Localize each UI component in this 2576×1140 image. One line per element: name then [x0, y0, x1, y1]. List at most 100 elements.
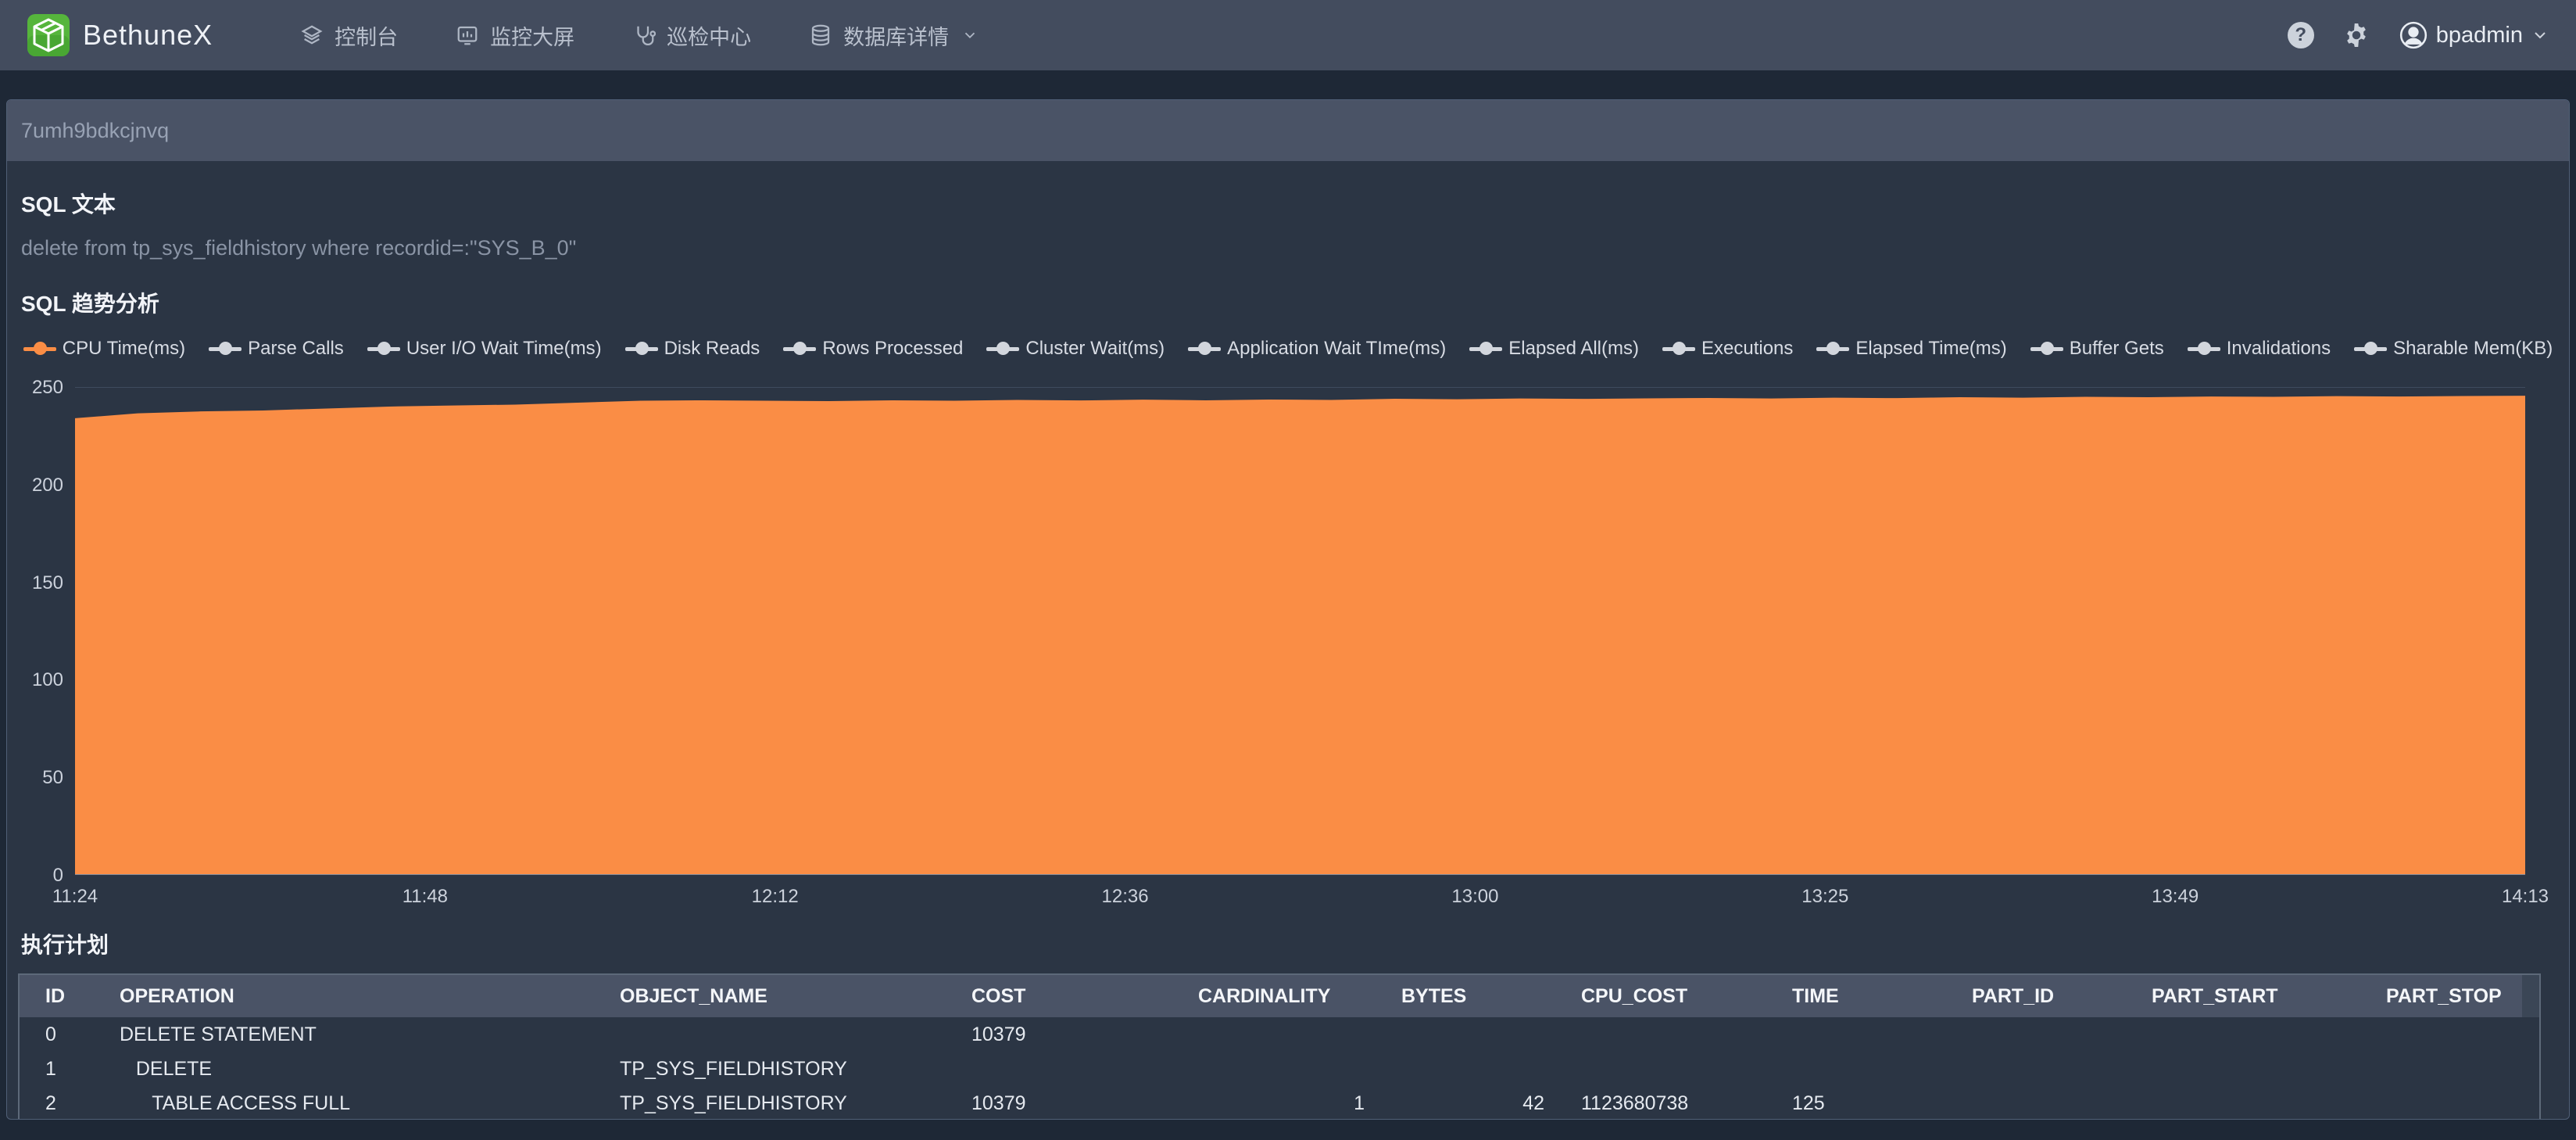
col-header-part_stop: PART_STOP — [2386, 984, 2502, 1007]
nav-item-monitor-screen[interactable]: 监控大屏 — [456, 20, 574, 51]
plan-cell — [1172, 1017, 1376, 1052]
navbar-right: ? bpadmin — [2287, 20, 2549, 50]
x-axis-labels: 11:24 11:48 12:12 12:36 13:00 13:25 13:49 14:13 — [52, 886, 2549, 909]
y-axis-label: 50 — [42, 767, 63, 789]
plan-row[interactable]: 1 DELETE TP_SYS_FIELDHISTORY — [20, 1052, 2539, 1086]
legend-marker — [1469, 339, 1503, 359]
sql-id-text: 7umh9bdkcjnvq — [21, 118, 170, 142]
legend-item-parse-calls[interactable]: Parse Calls — [209, 338, 344, 360]
plan-table-head-row: ID OPERATION OBJECT_NAME COST CARDINALITY BYT… — [20, 975, 2539, 1017]
plan-cell — [1766, 1017, 1946, 1052]
legend-label: CPU Time(ms) — [62, 338, 186, 359]
x-axis-label: 14:13 — [2501, 886, 2549, 907]
legend-label: Executions — [1701, 338, 1794, 359]
x-axis-label: 13:25 — [1801, 886, 1849, 907]
sql-id-bar: 7umh9bdkcjnvq — [7, 100, 2569, 161]
legend-label: Sharable Mem(KB) — [2393, 338, 2553, 359]
nav-item-label: 数据库详情 — [843, 25, 950, 49]
y-axis-label: 0 — [52, 865, 63, 886]
plan-cell — [1946, 1052, 2126, 1086]
top-navbar: BethuneX 控制台 监控大屏 巡检中心 数据库详情 ? bpadmin — [0, 0, 2576, 70]
legend-marker — [23, 339, 56, 359]
col-header-id: ID — [45, 984, 65, 1007]
legend-item-sharable-mem-kb-[interactable]: Sharable Mem(KB) — [2354, 338, 2553, 360]
plan-row[interactable]: 2 TABLE ACCESS FULL TP_SYS_FIELDHISTORY 10… — [20, 1086, 2539, 1119]
legend-item-invalidations[interactable]: Invalidations — [2187, 338, 2331, 360]
plan-title: 执行计划 — [21, 933, 109, 957]
brand[interactable]: BethuneX — [27, 13, 214, 57]
plan-cell: 10379 — [971, 1092, 1026, 1114]
help-button[interactable]: ? — [2287, 22, 2314, 48]
legend-marker — [1188, 339, 1222, 359]
legend-marker — [783, 339, 817, 359]
legend-item-buffer-gets[interactable]: Buffer Gets — [2030, 338, 2164, 360]
legend-marker — [624, 339, 658, 359]
legend-item-elapsed-all-ms-[interactable]: Elapsed All(ms) — [1469, 338, 1639, 360]
plan-cell: TP_SYS_FIELDHISTORY — [620, 1057, 847, 1080]
plan-cell: 125 — [1792, 1092, 1825, 1114]
chart-legend: CPU Time(ms) Parse Calls User I/O Wait Tim… — [7, 337, 2569, 360]
plan-cell — [2126, 1017, 2360, 1052]
plan-cell — [2360, 1052, 2539, 1086]
legend-item-user-i-o-wait-time-ms-[interactable]: User I/O Wait Time(ms) — [367, 338, 602, 360]
table-scrollbar-gutter[interactable] — [2522, 975, 2539, 1017]
chevron-down-icon — [2535, 32, 2546, 39]
database-icon — [812, 24, 830, 46]
plan-cell — [594, 1017, 946, 1052]
sql-statement: delete from tp_sys_fieldhistory where re… — [21, 236, 577, 260]
plan-cell — [2126, 1086, 2360, 1119]
plan-cell — [946, 1052, 1172, 1086]
plan-cell: 1 — [45, 1057, 56, 1080]
nav-item-label: 控制台 — [335, 25, 399, 49]
legend-item-cpu-time-ms-[interactable]: CPU Time(ms) — [23, 338, 185, 360]
legend-item-elapsed-time-ms-[interactable]: Elapsed Time(ms) — [1816, 338, 2007, 360]
plan-cell — [2126, 1052, 2360, 1086]
legend-item-disk-reads[interactable]: Disk Reads — [624, 338, 760, 360]
col-header-cpu_cost: CPU_COST — [1581, 984, 1688, 1007]
col-header-object_name: OBJECT_NAME — [620, 984, 767, 1007]
username: bpadmin — [2435, 22, 2523, 48]
x-axis-label: 11:48 — [402, 886, 448, 907]
nav-item-label: 巡检中心 — [667, 25, 752, 49]
legend-marker — [1816, 339, 1850, 359]
plan-cell: 10379 — [971, 1023, 1026, 1045]
legend-item-cluster-wait-ms-[interactable]: Cluster Wait(ms) — [986, 338, 1165, 360]
dashboard-icon — [457, 26, 478, 45]
plan-cell — [1376, 1017, 1555, 1052]
plan-cell: 1 — [1354, 1092, 1365, 1114]
legend-item-executions[interactable]: Executions — [1662, 338, 1793, 360]
col-header-part_start: PART_START — [2152, 984, 2278, 1007]
plan-row[interactable]: 0 DELETE STATEMENT 10379 — [20, 1017, 2539, 1052]
sql-detail-card: 7umh9bdkcjnvq SQL 文本 delete from tp_sys_… — [6, 99, 2570, 1120]
plan-table-body: 0 DELETE STATEMENT 10379 1 DELETE TP_SYS_FIE… — [20, 1017, 2539, 1119]
plan-cell — [1766, 1052, 1946, 1086]
legend-item-application-wait-time-ms-[interactable]: Application Wait TIme(ms) — [1188, 338, 1446, 360]
y-axis-label: 150 — [31, 572, 63, 593]
plan-cell — [1555, 1017, 1766, 1052]
legend-label: Cluster Wait(ms) — [1025, 338, 1165, 359]
plan-cell: DELETE — [120, 1057, 213, 1080]
col-header-cost: COST — [971, 984, 1026, 1007]
legend-label: Disk Reads — [664, 338, 760, 359]
user-avatar-icon — [2399, 21, 2427, 49]
chart-plot-area[interactable] — [75, 387, 2525, 875]
execution-plan-table: ID OPERATION OBJECT_NAME COST CARDINALITY BYT… — [18, 973, 2541, 1119]
legend-marker — [2354, 339, 2388, 359]
nav-item-inspection-center[interactable]: 巡检中心 — [632, 20, 751, 51]
legend-label: Elapsed All(ms) — [1508, 338, 1639, 359]
nav-item-database-details[interactable]: 数据库详情 — [809, 20, 979, 51]
gear-icon — [2346, 23, 2366, 47]
plan-cell: DELETE STATEMENT — [120, 1023, 317, 1045]
nav-item-console[interactable]: 控制台 — [300, 20, 398, 51]
settings-button[interactable] — [2342, 21, 2370, 49]
plan-cell: 1123680738 — [1581, 1092, 1689, 1114]
legend-item-rows-processed[interactable]: Rows Processed — [783, 338, 963, 360]
user-menu[interactable]: bpadmin — [2399, 20, 2549, 50]
legend-label: Rows Processed — [822, 338, 964, 359]
y-axis-label: 200 — [31, 474, 63, 496]
plan-cell: 0 — [45, 1023, 56, 1045]
legend-label: Invalidations — [2226, 338, 2331, 359]
bethune-logo-icon — [27, 14, 70, 56]
plan-cell: TP_SYS_FIELDHISTORY — [620, 1092, 847, 1114]
plan-cell — [2360, 1086, 2539, 1119]
